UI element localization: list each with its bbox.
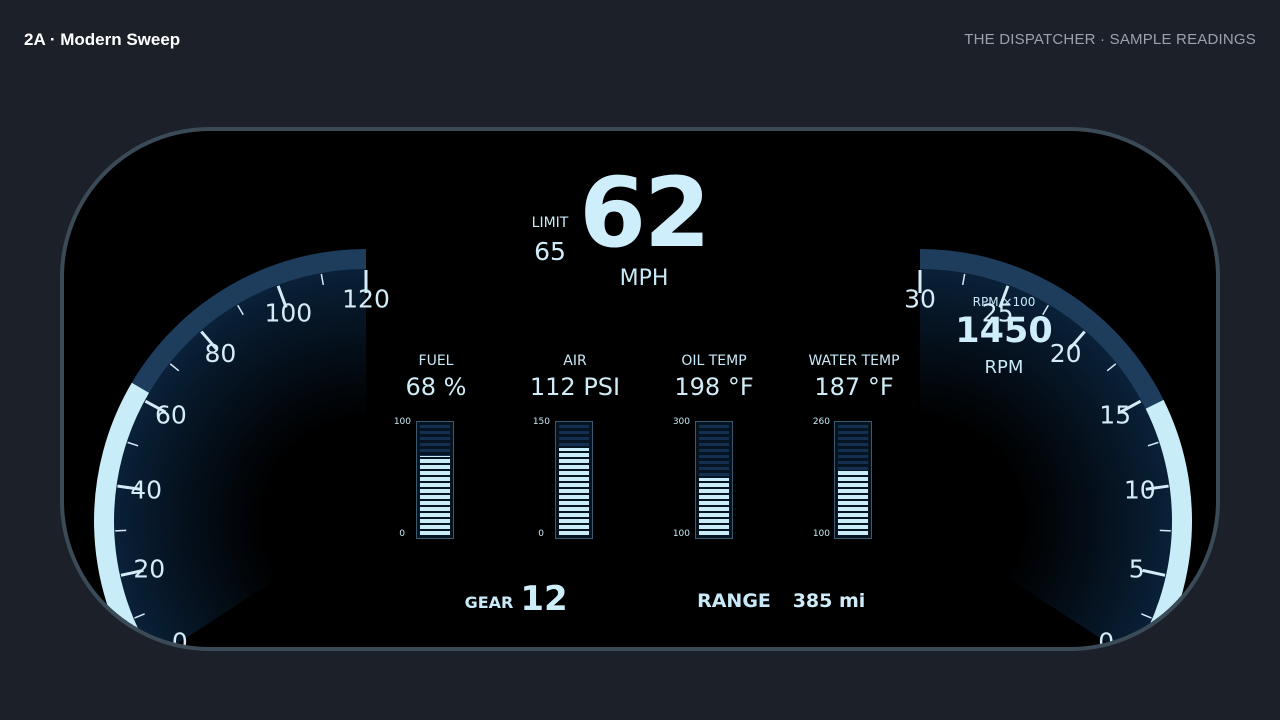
speedometer-glow [96, 251, 366, 647]
rpm-readout: 1450 [955, 311, 1053, 351]
speed-unit: MPH [619, 266, 669, 291]
fuel-gauge-label: FUEL [418, 353, 454, 369]
rpm-scale-label: RPM ×100 [972, 295, 1036, 309]
page-subtitle: THE DISPATCHER · SAMPLE READINGS [964, 31, 1256, 48]
speed-tick-label: 40 [130, 476, 162, 505]
fuel-gauge-value: 68 % [405, 373, 467, 401]
speed-tick-label: 0 [172, 627, 188, 647]
rpm-unit: RPM [984, 357, 1024, 378]
page-title: 2A · Modern Sweep [24, 30, 181, 49]
air-scale-max: 150 [532, 417, 550, 427]
speed-tick-label: 80 [204, 339, 236, 368]
oil-temp-bar [695, 421, 733, 539]
instrument-cluster: 0 20 40 60 80 100 120 0 5 10 15 20 25 30… [60, 127, 1220, 651]
rpm-tick-label: 15 [1099, 401, 1131, 430]
water-temp-gauge-label: WATER TEMP [808, 353, 900, 369]
speed-tick-label: 120 [342, 285, 390, 314]
speed-tick-label: 20 [133, 555, 165, 584]
air-gauge-value: 112 PSI [529, 373, 621, 401]
air-scale-min: 0 [538, 529, 544, 539]
fuel-scale-min: 0 [399, 529, 405, 539]
speed-tick-label: 100 [264, 299, 312, 328]
range-value: 385 mi [792, 590, 866, 612]
gear-value: 12 [520, 579, 568, 619]
fuel-scale-max: 100 [393, 417, 411, 427]
air-gauge-label: AIR [563, 353, 587, 369]
water-temp-scale-max: 260 [812, 417, 830, 427]
oil-temp-gauge-value: 198 °F [674, 373, 754, 401]
water-temp-gauge-value: 187 °F [814, 373, 894, 401]
oil-temp-scale-min: 100 [672, 529, 690, 539]
water-temp-bar [834, 421, 872, 539]
speed-readout: 62 [579, 157, 711, 269]
rpm-tick-label: 0 [1098, 627, 1114, 647]
oil-temp-gauge-label: OIL TEMP [681, 353, 747, 369]
fuel-bar [416, 421, 454, 539]
air-bar [555, 421, 593, 539]
rpm-tick-label: 5 [1129, 555, 1145, 584]
rpm-tick-label: 10 [1124, 476, 1156, 505]
rpm-tick-label: 30 [904, 285, 936, 314]
water-temp-scale-min: 100 [812, 529, 830, 539]
range-label: RANGE [697, 590, 771, 612]
speed-tick-label: 60 [155, 401, 187, 430]
oil-temp-scale-max: 300 [672, 417, 690, 427]
